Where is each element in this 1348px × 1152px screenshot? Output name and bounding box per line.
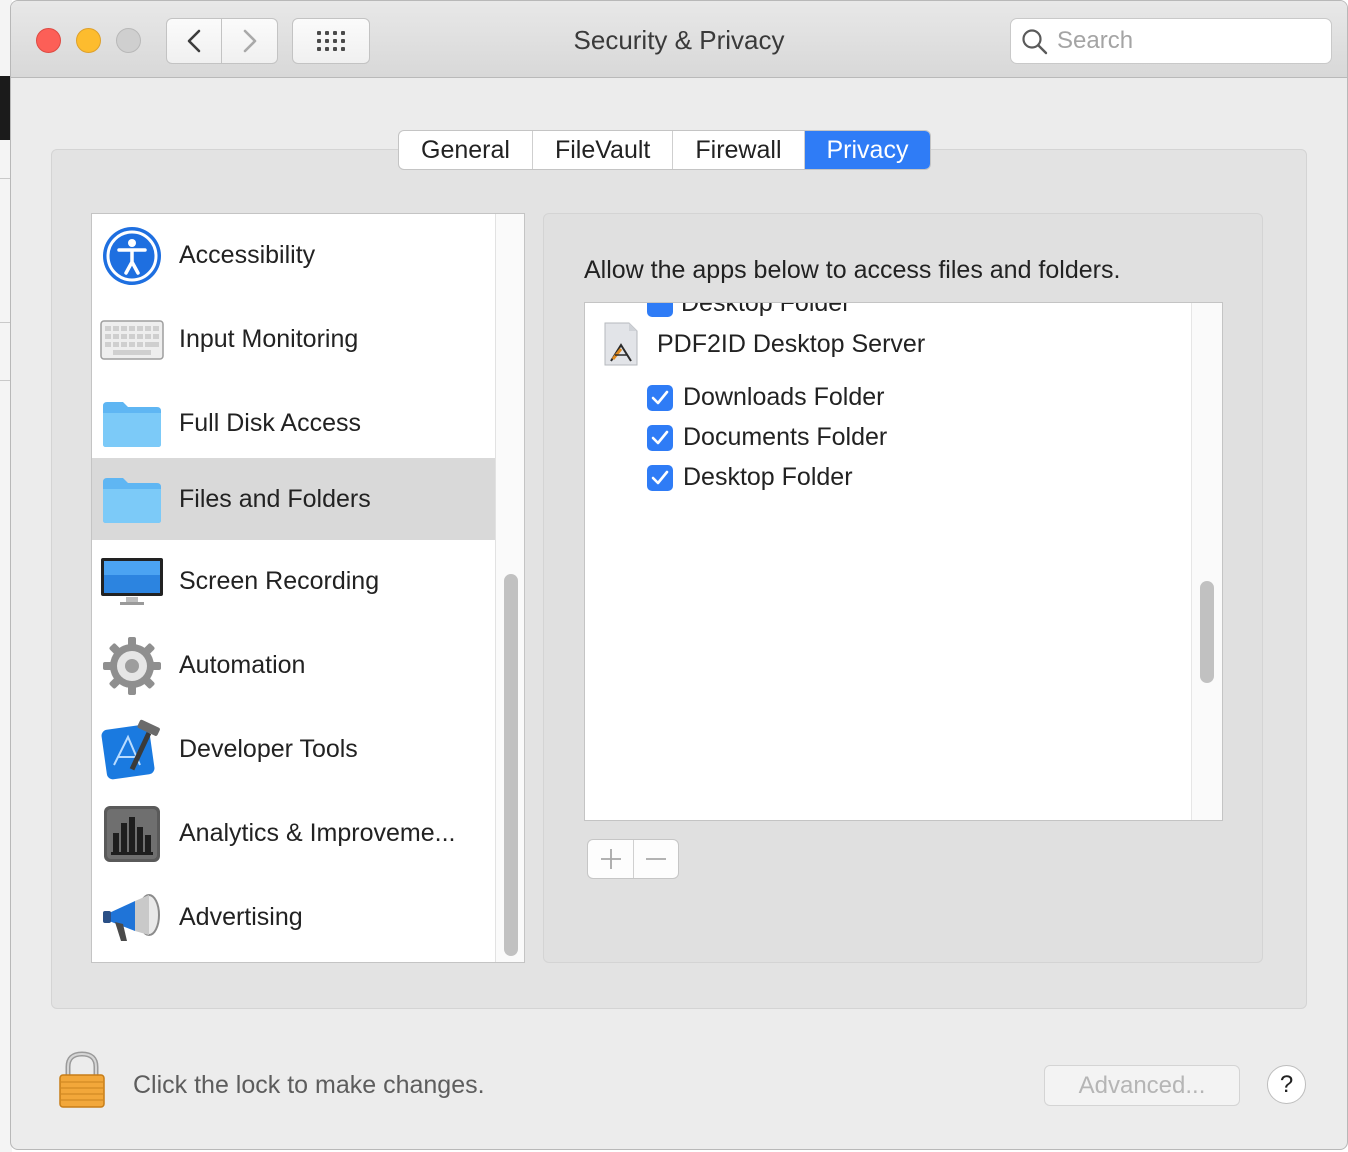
tab-privacy[interactable]: Privacy <box>804 131 931 169</box>
preferences-window: Security & Privacy General FileVault Fir… <box>10 0 1348 1150</box>
files-and-folders-panel: Allow the apps below to access files and… <box>543 213 1263 963</box>
megaphone-icon <box>100 888 164 948</box>
background-divider <box>0 178 10 179</box>
sidebar-item-label: Screen Recording <box>179 566 380 595</box>
tab-firewall[interactable]: Firewall <box>673 131 805 169</box>
sidebar-item-label: Input Monitoring <box>179 324 359 353</box>
search-field[interactable] <box>1010 18 1332 64</box>
sidebar-item-developer-tools[interactable]: Developer Tools <box>92 708 495 790</box>
sidebar-item-files-and-folders[interactable]: Files and Folders <box>92 458 495 540</box>
permission-label: Downloads Folder <box>683 383 885 411</box>
plus-icon <box>600 849 621 869</box>
help-button[interactable]: ? <box>1267 1065 1306 1104</box>
permission-label: Documents Folder <box>683 423 888 451</box>
add-remove-buttons <box>587 839 679 879</box>
accessibility-icon <box>100 226 164 286</box>
title-bar: Security & Privacy <box>11 1 1347 78</box>
category-list-scrollbar[interactable] <box>495 214 524 962</box>
minus-icon <box>646 858 666 860</box>
app-list-scrollbar[interactable] <box>1191 303 1222 820</box>
xcode-hammer-icon <box>100 719 164 780</box>
sidebar-item-label: Full Disk Access <box>179 408 361 437</box>
remove-app-button[interactable] <box>633 840 678 878</box>
lock-icon <box>59 1051 105 1108</box>
permission-label: Desktop Folder <box>681 302 851 317</box>
tab-general[interactable]: General <box>399 131 533 169</box>
privacy-category-list: Accessibility Input Monitoring Full Disk… <box>91 213 525 963</box>
checkbox[interactable] <box>647 464 673 491</box>
background-divider <box>0 322 10 323</box>
sidebar-item-label: Accessibility <box>179 240 316 269</box>
sidebar-item-label: Files and Folders <box>179 484 371 513</box>
folder-icon <box>100 470 164 530</box>
checkbox[interactable] <box>647 384 673 411</box>
sidebar-item-input-monitoring[interactable]: Input Monitoring <box>92 298 495 380</box>
add-app-button[interactable] <box>588 840 633 878</box>
gear-icon <box>100 636 164 696</box>
checkmark-icon <box>651 390 669 404</box>
checkmark-icon <box>651 470 669 484</box>
app-row[interactable]: PDF2ID Desktop Server <box>599 321 925 367</box>
app-permissions-list: Desktop Folder PDF2ID Desktop Server Dow… <box>584 302 1223 821</box>
advanced-button[interactable]: Advanced... <box>1044 1065 1240 1106</box>
lock-button[interactable] <box>58 1051 106 1114</box>
sidebar-item-automation[interactable]: Automation <box>92 624 495 706</box>
list-item[interactable]: Desktop Folder <box>647 463 853 492</box>
keyboard-icon <box>100 310 164 370</box>
bar-chart-icon <box>100 804 164 864</box>
folder-icon <box>100 394 164 454</box>
tab-bar: General FileVault Firewall Privacy <box>398 130 932 170</box>
app-installer-icon <box>604 322 638 366</box>
sidebar-item-analytics[interactable]: Analytics & Improveme... <box>92 792 495 874</box>
sidebar-item-label: Advertising <box>179 902 303 931</box>
sidebar-item-advertising[interactable]: Advertising <box>92 876 495 958</box>
checkmark-icon <box>651 430 669 444</box>
sidebar-item-label: Developer Tools <box>179 734 358 763</box>
scrollbar-thumb[interactable] <box>504 574 518 956</box>
tab-filevault[interactable]: FileVault <box>533 131 674 169</box>
sidebar-item-label: Automation <box>179 650 306 679</box>
display-icon <box>100 552 164 612</box>
sidebar-item-screen-recording[interactable]: Screen Recording <box>92 540 495 622</box>
app-name: PDF2ID Desktop Server <box>657 329 926 358</box>
search-input[interactable] <box>1057 25 1317 57</box>
sidebar-item-full-disk-access[interactable]: Full Disk Access <box>92 382 495 464</box>
sidebar-item-accessibility[interactable]: Accessibility <box>92 214 495 296</box>
list-item[interactable]: Desktop Folder <box>647 302 851 318</box>
checkbox[interactable] <box>647 303 673 317</box>
list-item[interactable]: Downloads Folder <box>647 383 885 412</box>
checkbox[interactable] <box>647 424 673 451</box>
search-icon <box>1022 29 1048 55</box>
lock-hint-text: Click the lock to make changes. <box>133 1071 485 1099</box>
list-item[interactable]: Documents Folder <box>647 423 887 452</box>
permission-label: Desktop Folder <box>683 463 853 491</box>
background-divider <box>0 380 10 381</box>
panel-heading: Allow the apps below to access files and… <box>584 256 1121 284</box>
sidebar-item-label: Analytics & Improveme... <box>179 818 456 847</box>
scrollbar-thumb[interactable] <box>1200 581 1214 683</box>
